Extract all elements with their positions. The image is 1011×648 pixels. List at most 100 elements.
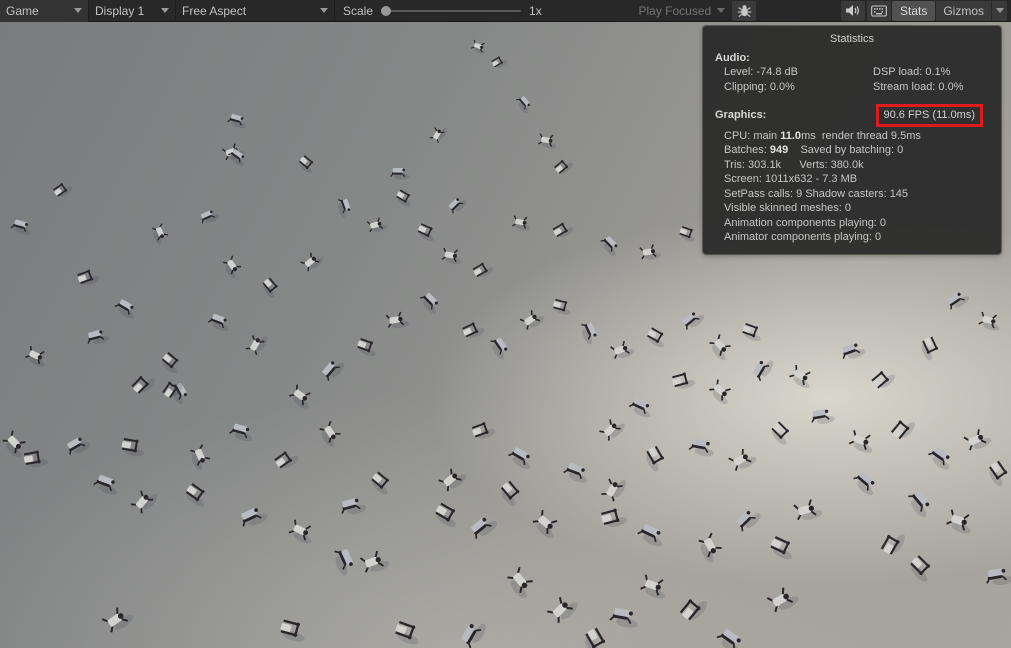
agent-figure: [207, 313, 232, 333]
agent-figure: [696, 533, 726, 565]
agent-figure: [734, 506, 763, 535]
display-dropdown[interactable]: Display 1: [89, 0, 175, 22]
agent-figure: [599, 415, 627, 443]
stat-animator-components: Animator components playing: 0: [703, 230, 1001, 245]
agent-figure: [471, 39, 489, 55]
agent-figure: [65, 434, 92, 458]
agent-figure: [288, 519, 317, 546]
audio-stats-row: Clipping: 0.0% Stream load: 0.0%: [703, 80, 1001, 95]
agent-figure: [945, 289, 971, 313]
chevron-down-icon: [320, 8, 328, 13]
scale-label: Scale: [343, 4, 373, 18]
agent-figure: [553, 156, 574, 177]
agent-figure: [640, 243, 662, 261]
agent-figure: [441, 247, 463, 265]
agent-figure: [418, 291, 443, 316]
agent-figure: [679, 592, 710, 624]
agent-figure: [644, 327, 669, 350]
agent-figure: [506, 445, 535, 471]
agent-figure: [393, 620, 424, 647]
agent-figure: [707, 379, 735, 407]
agent-figure: [671, 370, 696, 391]
agent-figure: [432, 502, 462, 530]
agent-figure: [810, 408, 836, 426]
stat-batches: Batches: 949 Saved by batching: 0: [703, 143, 1001, 158]
display-dropdown-label: Display 1: [95, 4, 144, 18]
scale-slider-knob[interactable]: [381, 6, 391, 16]
agent-figure: [514, 94, 533, 114]
agent-figure: [368, 471, 395, 497]
stat-setpass: SetPass calls: 9 Shadow casters: 145: [703, 187, 1001, 202]
audio-stats-row: Level: -74.8 dB DSP load: 0.1%: [703, 65, 1001, 80]
statistics-title: Statistics: [703, 32, 1001, 47]
agent-figure: [360, 549, 391, 576]
agent-figure: [24, 345, 50, 368]
agent-figure: [150, 223, 170, 245]
play-focused-dropdown[interactable]: Play Focused: [633, 0, 732, 22]
agent-figure: [601, 473, 629, 503]
agent-figure: [600, 506, 628, 530]
chevron-down-icon: [717, 8, 725, 13]
stat-cpu: CPU: main 11.0ms render thread 9.5ms: [703, 129, 1001, 144]
aspect-ratio-dropdown[interactable]: Free Aspect: [176, 0, 334, 22]
agent-figure: [447, 194, 468, 215]
agent-figure: [52, 180, 73, 200]
bug-icon: [737, 4, 752, 18]
agent-figure: [221, 255, 244, 279]
agent-figure: [751, 355, 775, 382]
agent-figure: [386, 311, 409, 330]
agent-figure: [0, 430, 30, 460]
scale-slider-track[interactable]: [381, 10, 521, 12]
play-focused-label: Play Focused: [639, 4, 712, 18]
agent-figure: [707, 334, 735, 362]
game-viewport[interactable]: Statistics Audio: Level: -74.8 dB DSP lo…: [0, 22, 1011, 648]
agent-figure: [339, 496, 367, 517]
scale-slider[interactable]: [381, 4, 521, 18]
game-view-toolbar: Game Display 1 Free Aspect Scale 1x Play…: [0, 0, 1011, 22]
agent-figure: [300, 249, 324, 273]
stat-animation-components: Animation components playing: 0: [703, 216, 1001, 231]
mute-audio-icon: [845, 4, 861, 17]
agent-figure: [23, 449, 49, 469]
agent-figure: [512, 215, 532, 232]
agent-figure: [905, 488, 935, 519]
agent-figure: [459, 617, 488, 648]
agent-figure: [964, 426, 993, 453]
agent-figure: [130, 371, 156, 397]
keyboard-shortcuts-button[interactable]: [867, 1, 891, 21]
tab-game-view[interactable]: Game: [0, 0, 88, 22]
fps-value: 90.6 FPS (11.0ms): [884, 109, 976, 121]
agent-figure: [331, 546, 357, 577]
mute-audio-button[interactable]: [841, 1, 865, 21]
chevron-down-icon: [161, 8, 169, 13]
agent-figure: [335, 197, 352, 219]
agent-figure: [320, 356, 346, 383]
gizmos-dropdown-arrow[interactable]: [991, 1, 1007, 21]
agent-figure: [491, 54, 509, 70]
stat-skinned-meshes: Visible skinned meshes: 0: [703, 201, 1001, 216]
graphics-section-heading: Graphics:: [715, 108, 766, 123]
debug-bug-button[interactable]: [732, 1, 756, 21]
agent-figure: [547, 592, 581, 626]
agent-figure: [497, 480, 525, 508]
audio-section-heading: Audio:: [703, 51, 1001, 66]
stats-button-label: Stats: [900, 4, 927, 18]
agent-figure: [870, 366, 897, 392]
stat-stream-load: Stream load: 0.0%: [873, 80, 964, 95]
agent-figure: [599, 234, 622, 257]
gizmos-dropdown[interactable]: Gizmos: [936, 1, 1007, 21]
stat-audio-level: Level: -74.8 dB: [724, 65, 873, 80]
agent-figure: [918, 336, 941, 362]
agent-figure: [130, 485, 159, 515]
agent-figure: [10, 219, 33, 236]
agent-figure: [794, 498, 824, 523]
agent-figure: [245, 330, 269, 356]
agent-figure: [113, 298, 139, 321]
agent-figure: [367, 216, 388, 234]
stats-toggle-button[interactable]: Stats: [892, 1, 935, 21]
stat-clipping: Clipping: 0.0%: [724, 80, 873, 95]
agent-figure: [609, 607, 640, 629]
gizmos-button-label: Gizmos: [936, 4, 991, 18]
scale-value: 1x: [529, 4, 542, 18]
agent-figure: [578, 320, 600, 345]
